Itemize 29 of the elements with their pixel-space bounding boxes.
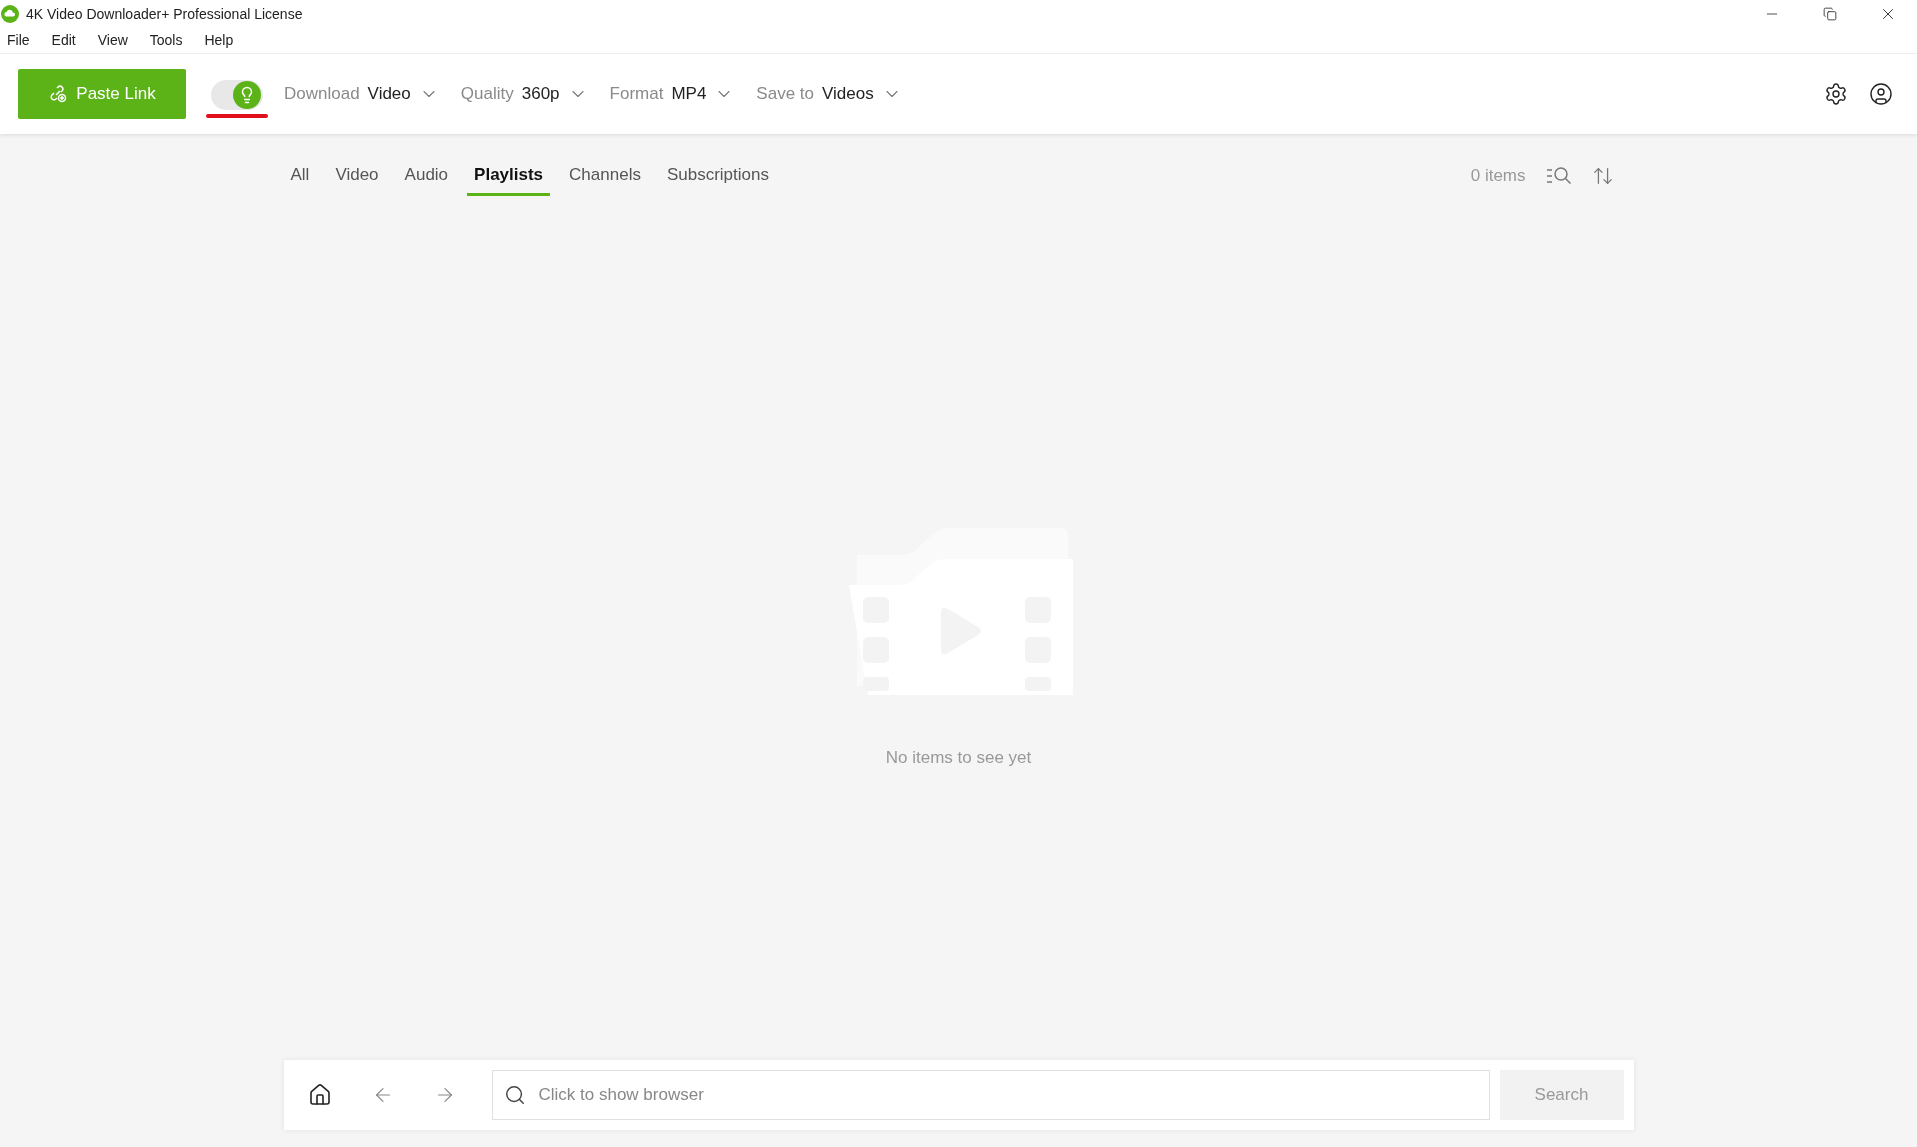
tab[interactable]: Playlists xyxy=(467,156,551,196)
window-title: 4K Video Downloader+ Professional License xyxy=(26,4,303,24)
option-dropdown[interactable]: Download Video xyxy=(284,81,439,107)
tab[interactable]: Video xyxy=(328,156,386,196)
option-dropdown[interactable]: Format MP4 xyxy=(609,81,735,107)
restore-icon[interactable] xyxy=(1823,7,1837,21)
tab[interactable]: All xyxy=(283,156,317,196)
account-icon[interactable] xyxy=(1869,82,1893,106)
empty-message: No items to see yet xyxy=(885,747,1032,770)
menu-item[interactable]: Help xyxy=(204,30,234,51)
option-dropdown[interactable]: Quality 360p xyxy=(460,81,588,107)
underline-mark xyxy=(206,114,268,118)
home-icon[interactable] xyxy=(307,1083,332,1107)
smart-mode-toggle[interactable] xyxy=(211,80,263,110)
browser-search-field[interactable]: Click to show browser xyxy=(491,1070,1490,1120)
tab[interactable]: Channels xyxy=(562,156,648,196)
search-list-icon[interactable] xyxy=(1545,166,1572,186)
tab[interactable]: Subscriptions xyxy=(659,156,776,196)
menu-item[interactable]: Edit xyxy=(51,30,76,51)
menu-item[interactable]: Tools xyxy=(149,30,183,51)
tab[interactable]: Audio xyxy=(397,156,456,196)
option-dropdown[interactable]: Save to Videos xyxy=(756,81,902,107)
search-icon xyxy=(503,1084,526,1106)
settings-icon[interactable] xyxy=(1824,82,1848,106)
sort-icon[interactable] xyxy=(1591,165,1614,187)
menu-item[interactable]: View xyxy=(97,30,128,51)
link-plus-icon xyxy=(48,84,69,104)
item-count: 0 items xyxy=(1470,165,1526,188)
menu-item[interactable]: File xyxy=(7,30,30,51)
